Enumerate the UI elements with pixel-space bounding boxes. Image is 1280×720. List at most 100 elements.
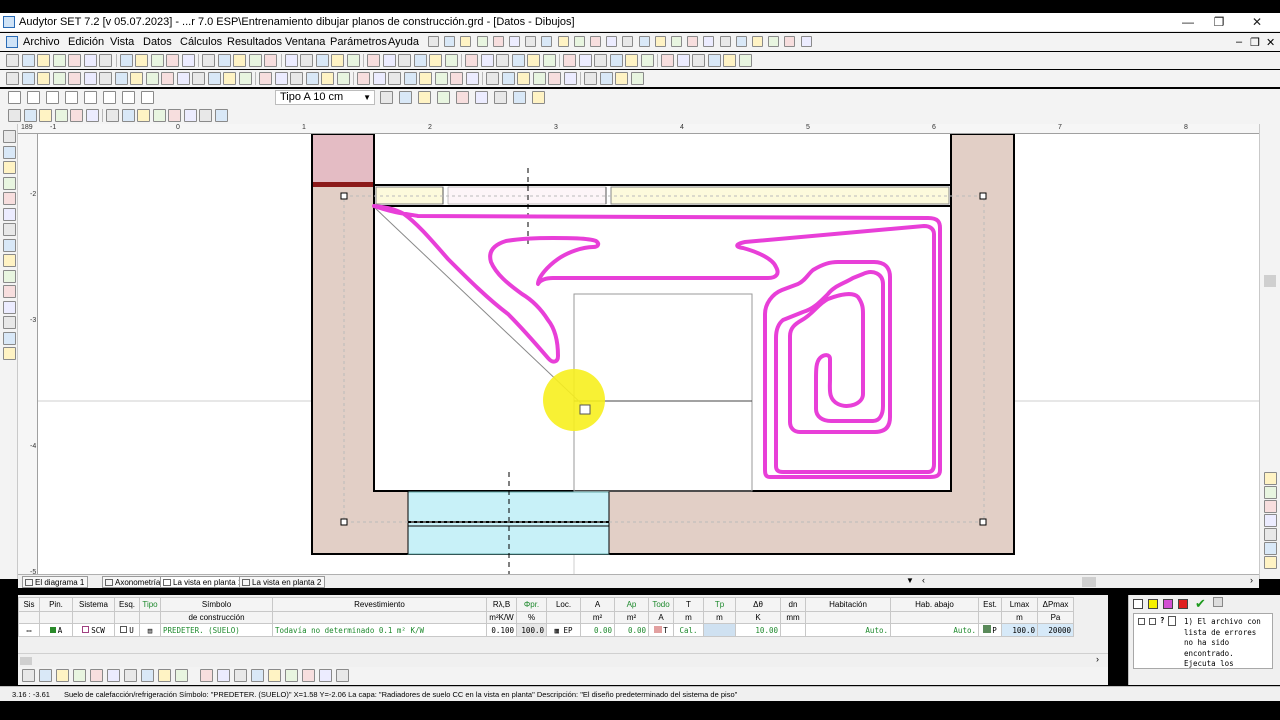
- checkbox-icon[interactable]: [8, 91, 21, 104]
- tool-button-icon[interactable]: [6, 54, 19, 67]
- tool-button-icon[interactable]: [83, 72, 97, 85]
- tool-button-icon[interactable]: [233, 54, 246, 67]
- tool-button-icon[interactable]: [630, 72, 644, 85]
- tool-button-icon[interactable]: [676, 54, 690, 67]
- tool-button-icon[interactable]: [584, 72, 597, 85]
- col-est[interactable]: Est.: [978, 597, 1002, 612]
- tool-button-icon[interactable]: [434, 72, 448, 85]
- tool-button-icon[interactable]: [398, 54, 411, 67]
- tool-button-icon[interactable]: [83, 54, 97, 67]
- tool-button-icon[interactable]: [599, 72, 613, 85]
- tool-button-icon[interactable]: [456, 91, 469, 104]
- tool-button-icon[interactable]: [532, 91, 545, 104]
- options-icon[interactable]: [1213, 597, 1223, 607]
- tool-button-icon[interactable]: [238, 72, 252, 85]
- tool-button-icon[interactable]: [315, 54, 329, 67]
- tool-button-icon[interactable]: [21, 54, 35, 67]
- tool-button-icon[interactable]: [56, 669, 69, 682]
- tool-button-icon[interactable]: [161, 72, 174, 85]
- checkbox-icon[interactable]: [103, 91, 116, 104]
- cell-pin[interactable]: A: [39, 623, 73, 637]
- tool-button-icon[interactable]: [23, 109, 37, 122]
- tool-button-icon[interactable]: [357, 72, 370, 85]
- tool-button-icon[interactable]: [319, 669, 332, 682]
- tool-button-icon[interactable]: [525, 36, 537, 47]
- tool-button-icon[interactable]: [625, 54, 638, 67]
- tool-button-icon[interactable]: [321, 72, 334, 85]
- tab-plan-view-2[interactable]: La vista en planta 2: [239, 576, 326, 588]
- tool-button-icon[interactable]: [68, 72, 81, 85]
- tool-button-icon[interactable]: [176, 72, 190, 85]
- col-habitacion[interactable]: Habitación: [805, 597, 891, 612]
- tool-button-icon[interactable]: [573, 36, 585, 47]
- tool-button-icon[interactable]: [68, 54, 81, 67]
- menu-ayuda[interactable]: Ayuda: [388, 36, 419, 48]
- tool-button-icon[interactable]: [444, 36, 456, 47]
- tool-button-icon[interactable]: [1264, 528, 1277, 541]
- tool-button-icon[interactable]: [480, 54, 494, 67]
- error-checkbox[interactable]: [1138, 618, 1145, 625]
- col-t[interactable]: T: [673, 597, 704, 612]
- tool-button-icon[interactable]: [99, 72, 112, 85]
- tool-button-icon[interactable]: [37, 54, 50, 67]
- col-dn[interactable]: dn: [780, 597, 806, 612]
- col-phi[interactable]: Φpr.: [516, 597, 547, 612]
- tool-button-icon[interactable]: [158, 669, 171, 682]
- tool-button-icon[interactable]: [413, 54, 427, 67]
- col-todo[interactable]: Todo: [648, 597, 674, 612]
- cell-tp[interactable]: [703, 623, 736, 637]
- tool-button-icon[interactable]: [202, 54, 215, 67]
- tool-button-icon[interactable]: [336, 72, 350, 85]
- filter-magenta-icon[interactable]: [1163, 599, 1173, 609]
- tool-button-icon[interactable]: [513, 91, 526, 104]
- tool-button-icon[interactable]: [39, 109, 52, 122]
- checkbox-icon[interactable]: [27, 91, 40, 104]
- scroll-right-icon[interactable]: ›: [1096, 654, 1099, 664]
- tool-button-icon[interactable]: [3, 285, 16, 298]
- check-icon[interactable]: ✔: [1195, 596, 1206, 612]
- mdi-close-button[interactable]: ✕: [1266, 36, 1275, 49]
- tool-button-icon[interactable]: [606, 36, 618, 47]
- tool-button-icon[interactable]: [106, 109, 119, 122]
- tool-button-icon[interactable]: [168, 109, 181, 122]
- tool-button-icon[interactable]: [661, 54, 674, 67]
- tool-button-icon[interactable]: [548, 72, 561, 85]
- tool-button-icon[interactable]: [590, 36, 601, 47]
- tool-button-icon[interactable]: [429, 54, 442, 67]
- tool-button-icon[interactable]: [124, 669, 137, 682]
- tool-button-icon[interactable]: [268, 669, 281, 682]
- cell-revestimiento[interactable]: Todavía no determinado 0.1 m² K/W: [272, 623, 487, 637]
- cell-phi[interactable]: 100.0: [516, 623, 547, 637]
- tool-button-icon[interactable]: [542, 54, 556, 67]
- tool-button-icon[interactable]: [640, 54, 654, 67]
- cell-simbolo[interactable]: PREDETER. (SUELO): [160, 623, 273, 637]
- tool-button-icon[interactable]: [114, 72, 128, 85]
- tool-button-icon[interactable]: [509, 36, 520, 47]
- menu-calculos[interactable]: Cálculos: [180, 36, 222, 48]
- col-dtheta[interactable]: Δθ: [735, 597, 781, 612]
- tool-button-icon[interactable]: [444, 54, 458, 67]
- tool-button-icon[interactable]: [200, 669, 213, 682]
- error-checkbox[interactable]: [1149, 618, 1156, 625]
- mdi-restore-button[interactable]: ❐: [1250, 36, 1260, 49]
- tool-button-icon[interactable]: [259, 72, 272, 85]
- tool-button-icon[interactable]: [99, 54, 112, 67]
- filter-yellow-icon[interactable]: [1148, 599, 1158, 609]
- tool-button-icon[interactable]: [1264, 486, 1277, 499]
- checkbox-icon[interactable]: [84, 91, 97, 104]
- tool-button-icon[interactable]: [594, 54, 607, 67]
- tool-button-icon[interactable]: [3, 331, 16, 345]
- tool-button-icon[interactable]: [264, 54, 277, 67]
- tool-button-icon[interactable]: [217, 669, 230, 682]
- floor-plan-drawing[interactable]: [38, 134, 1259, 574]
- cell-hab-abajo[interactable]: Auto.: [890, 623, 979, 637]
- scroll-left-icon[interactable]: ‹: [922, 575, 925, 585]
- tool-button-icon[interactable]: [1264, 542, 1277, 555]
- tool-button-icon[interactable]: [8, 109, 21, 122]
- tool-button-icon[interactable]: [1264, 514, 1277, 527]
- tool-button-icon[interactable]: [70, 109, 83, 122]
- tool-button-icon[interactable]: [723, 54, 736, 67]
- tool-button-icon[interactable]: [199, 109, 212, 122]
- tool-button-icon[interactable]: [527, 54, 540, 67]
- tool-button-icon[interactable]: [465, 54, 478, 67]
